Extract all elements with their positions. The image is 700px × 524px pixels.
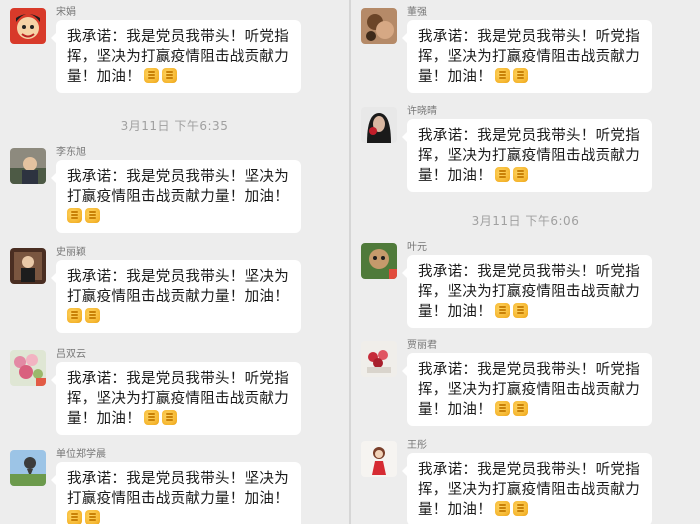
message-bubble[interactable]: 我承诺：我是党员我带头！听党指 挥，坚决为打赢疫情阻击战贡献力 量！加油！ — [402, 119, 652, 192]
message-line-last: 量！加油！ — [418, 500, 642, 520]
message-line-text: 量！加油！ — [418, 69, 492, 85]
message-line: 打赢疫情阻击战贡献力量！加油！ — [67, 189, 289, 205]
message-line-last: 量！加油！ — [67, 409, 291, 429]
sender-name: 宋娟 — [56, 7, 76, 18]
message-line: 我承诺：我是党员我带头！听党指 — [67, 371, 289, 387]
message-line: 挥，坚决为打赢疫情阻击战贡献力 — [418, 284, 640, 300]
message-bubble[interactable]: 我承诺：我是党员我带头！听党指 挥，坚决为打赢疫情阻击战贡献力 量！加油！ — [402, 20, 652, 93]
sender-name: 单位郑学晨 — [56, 449, 106, 460]
message-line-last — [67, 207, 291, 227]
message-line-text: 量！加油！ — [67, 69, 141, 85]
sender-name: 叶元 — [407, 242, 427, 253]
fist-emoji-icon — [67, 510, 82, 524]
fist-emoji-icon — [85, 308, 100, 323]
avatar[interactable] — [10, 248, 46, 284]
message-line: 我承诺：我是党员我带头！听党指 — [418, 29, 640, 45]
message-line: 打赢疫情阻击战贡献力量！加油！ — [67, 289, 289, 305]
message-bubble[interactable]: 我承诺：我是党员我带头！听党指 挥，坚决为打赢疫情阻击战贡献力 量！加油！ — [402, 453, 652, 524]
timestamp: 3月11日 下午6:35 — [120, 119, 229, 133]
fist-emoji-icon — [85, 510, 100, 524]
fist-emoji-icon — [67, 308, 82, 323]
message-line-text: 量！加油！ — [418, 304, 492, 320]
fist-emoji-icon — [513, 68, 528, 83]
fist-emoji-icon — [495, 401, 510, 416]
message-line: 挥，坚决为打赢疫情阻击战贡献力 — [418, 382, 640, 398]
message-line: 我承诺：我是党员我带头！听党指 — [67, 29, 289, 45]
timestamp: 3月11日 下午6:06 — [471, 214, 580, 228]
message-line: 挥，坚决为打赢疫情阻击战贡献力 — [418, 482, 640, 498]
fist-emoji-icon — [144, 410, 159, 425]
avatar[interactable] — [361, 243, 397, 279]
fist-emoji-icon — [495, 167, 510, 182]
sender-name: 吕双云 — [56, 349, 86, 360]
message-line: 挥，坚决为打赢疫情阻击战贡献力 — [418, 49, 640, 65]
message-line: 我承诺：我是党员我带头！坚决为 — [67, 471, 289, 487]
message-line: 我承诺：我是党员我带头！坚决为 — [67, 169, 289, 185]
fist-emoji-icon — [144, 68, 159, 83]
message-line: 挥，坚决为打赢疫情阻击战贡献力 — [67, 391, 289, 407]
message-line-text: 量！加油！ — [418, 402, 492, 418]
sender-name: 王彤 — [407, 440, 427, 451]
sender-name: 董强 — [407, 7, 427, 18]
message-bubble[interactable]: 我承诺：我是党员我带头！听党指 挥，坚决为打赢疫情阻击战贡献力 量！加油！ — [402, 353, 652, 426]
avatar[interactable] — [361, 341, 397, 377]
avatar[interactable] — [10, 450, 46, 486]
chat-column-left: 宋娟 我承诺：我是党员我带头！听党指 挥，坚决为打赢疫情阻击战贡献力 量！加油！… — [0, 0, 349, 524]
fist-emoji-icon — [67, 208, 82, 223]
message-line-text: 量！加油！ — [418, 168, 492, 184]
avatar[interactable] — [10, 8, 46, 44]
sender-name: 史丽颖 — [56, 247, 86, 258]
avatar[interactable] — [10, 350, 46, 386]
fist-emoji-icon — [495, 303, 510, 318]
avatar[interactable] — [361, 107, 397, 143]
avatar[interactable] — [361, 8, 397, 44]
message-line-last — [67, 307, 291, 327]
message-bubble[interactable]: 我承诺：我是党员我带头！听党指 挥，坚决为打赢疫情阻击战贡献力 量！加油！ — [51, 362, 301, 435]
avatar[interactable] — [361, 441, 397, 477]
message-bubble[interactable]: 我承诺：我是党员我带头！听党指 挥，坚决为打赢疫情阻击战贡献力 量！加油！ — [51, 20, 301, 93]
message-line: 挥，坚决为打赢疫情阻击战贡献力 — [418, 148, 640, 164]
message-line-last: 量！加油！ — [67, 67, 291, 87]
message-line: 我承诺：我是党员我带头！听党指 — [418, 128, 640, 144]
fist-emoji-icon — [513, 401, 528, 416]
fist-emoji-icon — [162, 410, 177, 425]
message-line-text: 量！加油！ — [67, 411, 141, 427]
sender-name: 许晓晴 — [407, 106, 437, 117]
message-line: 我承诺：我是党员我带头！听党指 — [418, 264, 640, 280]
sender-name: 贾丽君 — [407, 340, 437, 351]
message-line-last: 量！加油！ — [418, 67, 642, 87]
message-line-last: 量！加油！ — [418, 166, 642, 186]
message-line-text: 量！加油！ — [418, 502, 492, 518]
fist-emoji-icon — [495, 68, 510, 83]
avatar[interactable] — [10, 148, 46, 184]
chat-column-right: 董强 我承诺：我是党员我带头！听党指 挥，坚决为打赢疫情阻击战贡献力 量！加油！… — [351, 0, 700, 524]
fist-emoji-icon — [513, 167, 528, 182]
fist-emoji-icon — [162, 68, 177, 83]
message-line: 我承诺：我是党员我带头！坚决为 — [67, 269, 289, 285]
message-bubble[interactable]: 我承诺：我是党员我带头！坚决为 打赢疫情阻击战贡献力量！加油！ — [51, 260, 301, 333]
message-bubble[interactable]: 我承诺：我是党员我带头！听党指 挥，坚决为打赢疫情阻击战贡献力 量！加油！ — [402, 255, 652, 328]
message-bubble[interactable]: 我承诺：我是党员我带头！坚决为 打赢疫情阻击战贡献力量！加油！ — [51, 160, 301, 233]
message-line-last: 量！加油！ — [418, 400, 642, 420]
message-line: 我承诺：我是党员我带头！听党指 — [418, 362, 640, 378]
message-line: 打赢疫情阻击战贡献力量！加油！ — [67, 491, 289, 507]
message-bubble[interactable]: 我承诺：我是党员我带头！坚决为 打赢疫情阻击战贡献力量！加油！ — [51, 462, 301, 524]
message-line-last: 量！加油！ — [418, 302, 642, 322]
fist-emoji-icon — [85, 208, 100, 223]
message-line-last — [67, 509, 291, 524]
message-line: 挥，坚决为打赢疫情阻击战贡献力 — [67, 49, 289, 65]
fist-emoji-icon — [513, 303, 528, 318]
fist-emoji-icon — [495, 501, 510, 516]
sender-name: 李东旭 — [56, 147, 86, 158]
message-line: 我承诺：我是党员我带头！听党指 — [418, 462, 640, 478]
fist-emoji-icon — [513, 501, 528, 516]
